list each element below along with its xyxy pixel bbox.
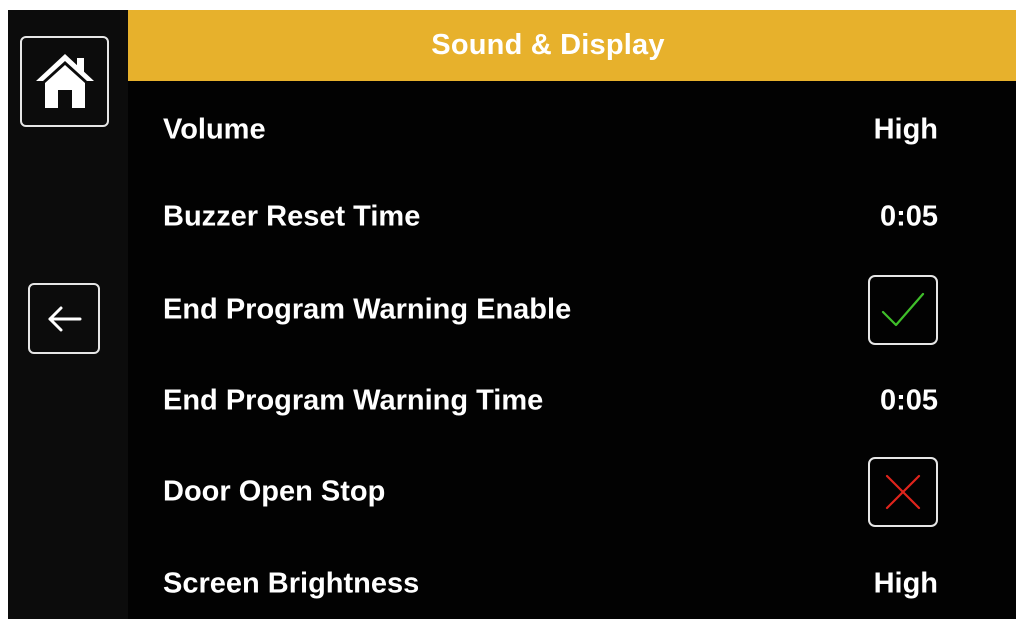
arrow-left-icon bbox=[48, 306, 82, 331]
header-bar: Sound & Display bbox=[128, 10, 1016, 81]
setting-label: End Program Warning Enable bbox=[163, 293, 572, 326]
door-open-stop-checkbox[interactable] bbox=[868, 457, 938, 527]
page-title: Sound & Display bbox=[431, 29, 665, 61]
setting-value: High bbox=[873, 567, 938, 600]
back-button[interactable] bbox=[28, 283, 100, 354]
screen: Sound & Display Volume High Buzzer Reset… bbox=[8, 10, 1016, 619]
setting-label: Buzzer Reset Time bbox=[163, 200, 421, 233]
setting-label: End Program Warning Time bbox=[163, 384, 544, 417]
setting-row-end-program-warning-enable: End Program Warning Enable bbox=[128, 265, 1016, 355]
enable-checkbox[interactable] bbox=[868, 275, 938, 345]
setting-value: High bbox=[873, 113, 938, 146]
setting-value: 0:05 bbox=[879, 384, 938, 417]
setting-row-screen-brightness[interactable]: Screen Brightness High bbox=[128, 539, 1016, 619]
cross-icon bbox=[885, 474, 921, 510]
checkmark-icon bbox=[881, 292, 925, 327]
settings-list: Volume High Buzzer Reset Time 0:05 End P… bbox=[128, 81, 1016, 619]
setting-row-buzzer-reset-time[interactable]: Buzzer Reset Time 0:05 bbox=[128, 172, 1016, 262]
setting-row-end-program-warning-time[interactable]: End Program Warning Time 0:05 bbox=[128, 356, 1016, 446]
sidebar bbox=[8, 10, 128, 619]
setting-label: Door Open Stop bbox=[163, 475, 386, 508]
setting-value: 0:05 bbox=[879, 200, 938, 233]
setting-label: Screen Brightness bbox=[163, 567, 420, 600]
home-icon bbox=[35, 53, 94, 108]
setting-row-door-open-stop: Door Open Stop bbox=[128, 447, 1016, 537]
setting-label: Volume bbox=[163, 113, 266, 146]
home-button[interactable] bbox=[20, 36, 109, 127]
setting-row-volume[interactable]: Volume High bbox=[128, 85, 1016, 175]
